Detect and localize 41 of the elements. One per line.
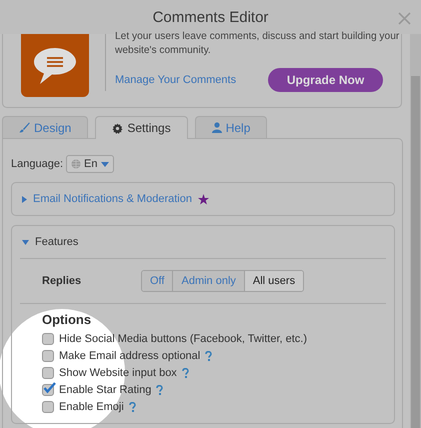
brush-icon [19, 122, 30, 133]
replies-option[interactable]: All users [244, 271, 304, 291]
language-dropdown[interactable]: En [66, 155, 114, 173]
caret-icon [101, 162, 109, 166]
app-description: Let your users leave comments, discuss and start building your website's community. [115, 30, 400, 58]
settings-icon [112, 122, 124, 134]
section-title[interactable]: Features [35, 236, 78, 248]
help-icon[interactable] [205, 350, 212, 360]
option-label: Hide Social Media buttons (Facebook, Twitter, etc.) [59, 332, 308, 344]
person-icon [212, 122, 222, 133]
expand-arrow-icon[interactable] [22, 196, 27, 202]
scrollbar-thumb[interactable] [411, 76, 420, 428]
section-title[interactable]: Email Notifications & Moderation [33, 193, 192, 205]
checkbox[interactable] [42, 400, 54, 412]
globe-icon [71, 159, 81, 169]
tab[interactable]: Help [194, 116, 268, 138]
collapse-arrow-icon[interactable] [22, 240, 29, 244]
checkbox[interactable] [42, 384, 54, 396]
help-icon[interactable] [156, 384, 164, 394]
scrollbar[interactable] [410, 34, 421, 428]
upgrade-button[interactable]: Upgrade Now [268, 68, 383, 92]
option-label: Make Email address optional [59, 350, 200, 362]
option-label: Show Website input box [59, 366, 177, 378]
checkbox[interactable] [42, 366, 54, 378]
window-title: Comments Editor [152, 8, 268, 26]
close-icon[interactable] [398, 12, 411, 25]
tab[interactable]: Design [2, 116, 88, 138]
language-label: Language: [11, 158, 63, 170]
replies-option[interactable]: Admin only [172, 271, 244, 291]
replies-label: Replies [42, 275, 82, 287]
manage-comments-link[interactable]: Manage Your Comments [115, 74, 236, 86]
checkbox[interactable] [42, 332, 54, 344]
comments-logo-icon [21, 34, 89, 97]
options-heading: Options [42, 312, 92, 327]
help-icon[interactable] [182, 368, 189, 378]
option-label: Enable Star Rating [59, 384, 152, 396]
tab[interactable]: Settings [95, 116, 188, 139]
checkbox[interactable] [42, 350, 54, 362]
option-label: Enable Emoji [59, 400, 124, 412]
replies-option[interactable]: Off [142, 271, 172, 291]
help-icon[interactable] [128, 402, 136, 412]
